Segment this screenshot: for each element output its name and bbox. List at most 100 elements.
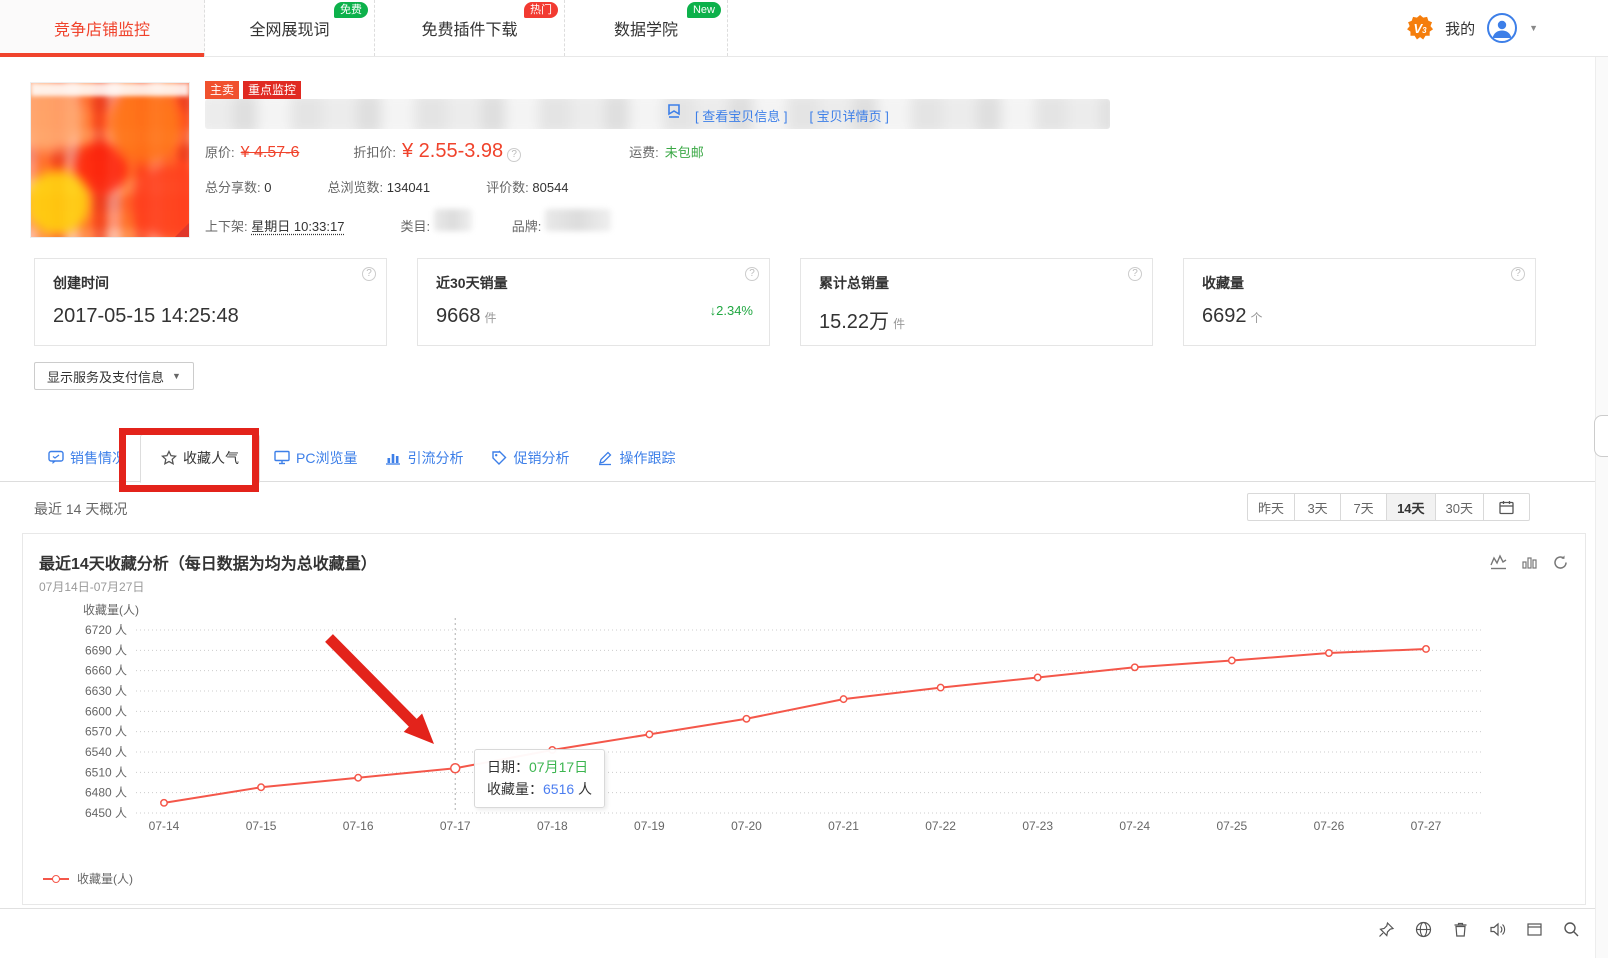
range-button-30天[interactable]: 30天 bbox=[1435, 493, 1484, 521]
data-point-07-27[interactable] bbox=[1422, 645, 1430, 653]
pin-icon[interactable] bbox=[1378, 921, 1395, 938]
svg-text:07-24: 07-24 bbox=[1119, 819, 1150, 833]
nav-tab-竞争店铺监控[interactable]: 竞争店铺监控 bbox=[0, 0, 205, 57]
tab-操作跟踪[interactable]: 操作跟踪 bbox=[583, 434, 689, 482]
svg-text:6630 人: 6630 人 bbox=[85, 684, 127, 698]
product-image[interactable] bbox=[30, 82, 190, 238]
nav-tab-免费插件下载[interactable]: 免费插件下载 热门 bbox=[375, 0, 565, 56]
stat-cards: ? 创建时间 2017-05-15 14:25:48? 近30天销量 9668 件 ↓2.3… bbox=[34, 258, 1536, 346]
chart-subtitle: 07月14日-07月27日 bbox=[39, 580, 145, 594]
browser-icon[interactable] bbox=[1415, 921, 1432, 938]
chart-plot-area: 收藏量(人) 6450 人 6480 人 6510 人 6540 人 6570 人 6600… bbox=[31, 598, 1577, 863]
svg-text:07-27: 07-27 bbox=[1411, 819, 1442, 833]
data-point-07-21[interactable] bbox=[839, 695, 848, 704]
scrollbar[interactable] bbox=[1595, 57, 1608, 958]
card-title: 创建时间 bbox=[53, 275, 109, 291]
tooltip-date-value: 07月17日 bbox=[529, 759, 589, 775]
tab-销售情况[interactable]: 销售情况 bbox=[34, 434, 140, 482]
data-point-07-19[interactable] bbox=[645, 730, 654, 739]
range-button-3天[interactable]: 3天 bbox=[1295, 493, 1342, 521]
nav-tab-全网展现词[interactable]: 全网展现词 免费 bbox=[205, 0, 375, 56]
brand-label: 品牌: bbox=[511, 219, 542, 234]
brand-value-blurred bbox=[544, 209, 611, 231]
data-point-07-25[interactable] bbox=[1227, 656, 1236, 665]
svg-text:07-15: 07-15 bbox=[246, 819, 277, 833]
orig-price-label: 原价: bbox=[205, 145, 235, 160]
data-point-07-17[interactable] bbox=[449, 763, 461, 774]
my-account-label[interactable]: 我的 bbox=[1445, 18, 1475, 39]
help-icon[interactable]: ? bbox=[362, 267, 376, 281]
data-point-07-16[interactable] bbox=[354, 773, 363, 782]
listing-time-value[interactable]: 星期日 10:33:17 bbox=[251, 216, 344, 235]
badge-key-monitor: 重点监控 bbox=[243, 81, 302, 99]
window-icon[interactable] bbox=[1526, 921, 1543, 938]
help-icon[interactable]: ? bbox=[1128, 267, 1142, 281]
side-widget[interactable] bbox=[1594, 415, 1608, 457]
svg-text:6600 人: 6600 人 bbox=[85, 704, 127, 718]
discount-price-value: ¥ 2.55-3.98 bbox=[401, 140, 504, 162]
line-chart-icon[interactable] bbox=[1490, 554, 1507, 571]
data-point-07-22[interactable] bbox=[936, 683, 945, 692]
svg-text:6450 人: 6450 人 bbox=[85, 806, 127, 820]
listing-label: 上下架: bbox=[205, 219, 248, 234]
help-icon[interactable]: ? bbox=[745, 267, 759, 281]
nav-tabs: 竞争店铺监控 全网展现词 免费 免费插件下载 热门 数据学院 New bbox=[0, 0, 728, 57]
avatar[interactable] bbox=[1487, 13, 1518, 43]
trash-icon[interactable] bbox=[1452, 921, 1469, 938]
svg-text:07-14: 07-14 bbox=[149, 819, 180, 833]
data-point-07-15[interactable] bbox=[257, 783, 266, 792]
tab-促销分析[interactable]: 促销分析 bbox=[477, 434, 583, 482]
data-point-07-26[interactable] bbox=[1324, 649, 1333, 657]
view-item-info-link[interactable]: [ 查看宝贝信息 ] bbox=[695, 106, 787, 125]
discount-price-label: 折扣价: bbox=[353, 145, 396, 160]
tooltip-date-label: 日期： bbox=[487, 759, 529, 775]
svg-text:07-16: 07-16 bbox=[343, 819, 374, 833]
tab-PC浏览量[interactable]: PC浏览量 bbox=[260, 434, 371, 482]
listing-row: 上下架: 星期日 10:33:17 类目: 品牌: bbox=[205, 209, 611, 235]
chart-legend[interactable]: 收藏量(人) bbox=[43, 870, 133, 887]
range-button-7天[interactable]: 7天 bbox=[1341, 493, 1388, 521]
svg-text:07-19: 07-19 bbox=[634, 819, 665, 833]
help-icon[interactable]: ? bbox=[507, 148, 522, 162]
calendar-icon[interactable] bbox=[1484, 493, 1530, 521]
footer-bar bbox=[0, 908, 1608, 958]
tab-label: 销售情况 bbox=[70, 449, 126, 466]
chevron-down-icon[interactable]: ▼ bbox=[1529, 23, 1538, 33]
share-count-label: 总分享数: bbox=[205, 180, 261, 195]
search-icon[interactable] bbox=[1563, 921, 1580, 938]
bar-chart-icon[interactable] bbox=[1521, 554, 1538, 571]
shipping-label: 运费: bbox=[629, 145, 659, 160]
tab-收藏人气[interactable]: 收藏人气 bbox=[140, 433, 260, 483]
card-value: 9668 件 bbox=[436, 305, 497, 327]
tab-label: 操作跟踪 bbox=[619, 449, 676, 466]
data-point-07-24[interactable] bbox=[1130, 663, 1139, 672]
price-row: 原价: ¥ 4.57-6 折扣价: ¥ 2.55-3.98 ? 运费: 未包邮 bbox=[205, 140, 704, 163]
chart-toolbox bbox=[1490, 554, 1569, 571]
tab-引流分析[interactable]: 引流分析 bbox=[371, 434, 477, 482]
data-point-07-14[interactable] bbox=[160, 798, 168, 807]
refresh-icon[interactable] bbox=[1552, 554, 1569, 571]
range-button-昨天[interactable]: 昨天 bbox=[1247, 493, 1296, 521]
data-point-07-20[interactable] bbox=[742, 714, 751, 723]
svg-text:6510 人: 6510 人 bbox=[85, 765, 127, 779]
svg-text:07-22: 07-22 bbox=[925, 819, 956, 833]
nav-user-area: V3 我的 ▼ bbox=[1407, 0, 1538, 56]
show-service-payment-button[interactable]: 显示服务及支付信息 ▼ bbox=[34, 362, 194, 390]
speaker-icon[interactable] bbox=[1489, 921, 1506, 938]
stat-card-创建时间: ? 创建时间 2017-05-15 14:25:48 bbox=[34, 258, 387, 346]
range-button-14天[interactable]: 14天 bbox=[1387, 493, 1436, 521]
svg-text:6480 人: 6480 人 bbox=[85, 786, 127, 800]
share-count-value: 0 bbox=[264, 180, 272, 195]
svg-text:6540 人: 6540 人 bbox=[85, 745, 127, 759]
stats-row: 总分享数: 0 总浏览数: 134041 评价数: 80544 bbox=[205, 177, 569, 196]
vip-level-icon[interactable]: V3 bbox=[1407, 15, 1434, 40]
nav-tab-数据学院[interactable]: 数据学院 New bbox=[565, 0, 728, 56]
data-point-07-23[interactable] bbox=[1033, 673, 1042, 682]
badge-main-sell: 主卖 bbox=[205, 81, 240, 99]
platform-icon bbox=[668, 104, 680, 123]
svg-text:07-18: 07-18 bbox=[537, 819, 568, 833]
item-detail-page-link[interactable]: [ 宝贝详情页 ] bbox=[809, 106, 888, 125]
help-icon[interactable]: ? bbox=[1511, 267, 1525, 281]
card-title: 近30天销量 bbox=[436, 275, 508, 291]
card-title: 累计总销量 bbox=[819, 275, 889, 291]
